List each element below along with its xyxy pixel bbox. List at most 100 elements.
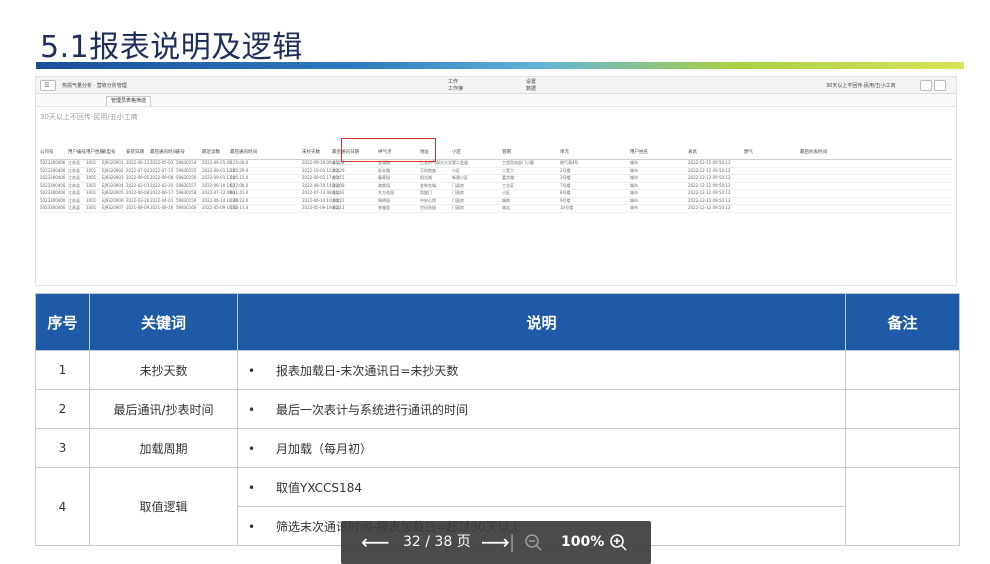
grid-cell: 1001 (86, 182, 97, 188)
grid-cell: 燃气表4号 (560, 160, 579, 165)
grid-cell: 2022-12-12 09:50:12 (688, 182, 731, 188)
grid-cell: 1001 (86, 190, 97, 195)
grid-column-header[interactable]: 单元 (560, 149, 569, 155)
prev-button[interactable] (920, 80, 932, 91)
center-label-value[interactable]: 工作簿 (448, 85, 463, 92)
grid-cell: 二室六 (502, 167, 514, 173)
grid-cell: 城市 (630, 167, 638, 173)
zoom-level: 100% (561, 534, 605, 550)
grid-cell: 2022-12-12 09:50:12 (688, 167, 731, 173)
grid-cell: EJ9320901 (102, 160, 124, 165)
grid-cell: 江苏县 (68, 190, 80, 195)
grid-row: 5023300400 江苏县 1001 EJ9320901 2022-06-13 2022… (40, 160, 952, 168)
grid-cell: 世纪花园 (420, 205, 436, 210)
grid-cell: 城市 (630, 190, 638, 195)
tab-report[interactable]: 管理员表格筛选 (106, 96, 152, 106)
grid-column-header[interactable]: 最近读数 (202, 149, 220, 155)
grid-cell: 富华路 (502, 175, 514, 180)
bullet-text: 最后一次表计与系统进行通讯的时间 (276, 402, 469, 417)
bullet: • (248, 402, 256, 417)
grid-cell: 2022-06-17 (150, 190, 174, 195)
grid-column-header[interactable]: 公司号 (40, 149, 54, 155)
arrow-left-icon[interactable]: ⟵ (361, 521, 390, 564)
divider: | (509, 532, 516, 553)
grid-cell: 2022-12-12 09:50:12 (688, 190, 731, 195)
header-no: 序号 (35, 293, 90, 351)
grid-column-header[interactable]: 用户编号 (68, 149, 86, 155)
bullet-text: 取值YXCCS184 (276, 480, 362, 495)
grid-column-header[interactable]: 安装日期 (126, 149, 144, 155)
grid-cell: 59830154 (176, 160, 197, 165)
grid-row: 5023300400 江苏县 1001 EJ9320902 2022-07-04 2022… (40, 167, 952, 175)
grid-cell: 1001 (86, 205, 97, 210)
row-description: • 月加载（每月初） (237, 428, 846, 468)
grid-column-header[interactable]: 管网 (502, 149, 511, 155)
next-button[interactable] (934, 80, 946, 91)
zoom-out-icon[interactable] (524, 521, 542, 564)
table-row: 3 加载周期 • 月加载（每月初） (35, 428, 960, 468)
grid-cell: 苏北 (332, 205, 340, 210)
report-grid-body: 5023300400 江苏县 1001 EJ9320901 2022-06-13 2022… (40, 160, 952, 213)
grid-cell: 城市 (630, 175, 638, 180)
grid-cell: 江苏县 (68, 182, 80, 188)
grid-cell: 城市 (630, 197, 638, 203)
report-grid-header: 公司号 用户编号 用户性质 表型号 安装日期 最后通讯时间 表号 最近读数 最后通讯时间 未抄天数… (40, 137, 952, 160)
grid-row: 5023300400 江苏县 1001 EJ9320907 2021-08-09 2021… (40, 205, 952, 213)
grid-column-header[interactable]: 未抄天数 (302, 149, 320, 155)
grid-cell: 12 (230, 167, 236, 173)
grid-cell: 阳光城 (420, 175, 432, 180)
arrow-right-icon[interactable]: ⟶ (481, 521, 510, 564)
grid-cell: 小区 (502, 190, 510, 195)
grid-column-header[interactable]: 表号 (176, 149, 185, 155)
grid-column-header[interactable]: 最后通讯时间 (150, 149, 177, 155)
grid-cell: 10号楼 (560, 205, 574, 210)
page-indicator: 32 / 38 页 (403, 534, 471, 550)
grid-cell: 江苏县 (68, 205, 80, 210)
grid-cell: 5023300400 (40, 160, 66, 165)
menu-button[interactable]: ☰ (40, 80, 56, 91)
grid-cell: 2022-12-12 09:50:12 (688, 160, 731, 165)
row-keyword: 最后通讯/抄表时间 (89, 389, 238, 429)
grid-cell: 苏北 (332, 182, 340, 188)
grid-column-header[interactable]: 最后通讯时间 (230, 149, 257, 155)
grid-cell: 江苏县 (68, 197, 80, 203)
bullet: • (248, 363, 256, 378)
grid-column-header[interactable]: 用户姓名 (630, 149, 648, 155)
grid-row: 5023300400 江苏县 1001 EJ9320905 2022-06-08 2022… (40, 190, 952, 198)
zoom-in-icon[interactable] (609, 521, 627, 564)
grid-cell: 城南 (502, 197, 510, 203)
table-row: 1 未抄天数 • 报表加载日-末次通讯日=未抄天数 (35, 350, 960, 390)
table-row: 4 取值逻辑 • 取值YXCCS184 (35, 467, 960, 546)
grid-cell: 工程用电部门小屋 (502, 160, 534, 165)
share-label[interactable]: 数据 (526, 85, 536, 92)
pdf-pager: ⟵ 32 / 38 页 ⟶ | 100% (341, 521, 651, 564)
grid-cell: 1001 (86, 167, 97, 173)
grid-column-header[interactable]: 最后抄表时间 (800, 149, 827, 155)
row-keyword: 取值逻辑 (89, 467, 238, 546)
grid-cell: 2022-06-08 (126, 190, 150, 195)
grid-cell: 5023300400 (40, 175, 66, 180)
grid-cell: 2022-07-12 08:11:41.0 (202, 190, 249, 195)
grid-cell: 2022-05-09 19:02:11.0 (202, 205, 249, 210)
grid-cell: 2022-09-25 09:25:09.0 (202, 160, 249, 165)
grid-cell: 2022-04-01 (150, 197, 174, 203)
bullet-text: 月加载（每月初） (276, 441, 373, 456)
explanation-table: 序号 关键词 说明 备注 1 未抄天数 • 报表加载日-末次通讯日=未抄天数 2 … (35, 293, 960, 546)
report-tabs: 管理员表格筛选 (36, 94, 956, 107)
grid-cell: 苏北 (332, 175, 340, 180)
grid-cell: 城市 (630, 205, 638, 210)
grid-cell: 第二金道 (452, 160, 468, 165)
row-note (845, 467, 960, 546)
grid-cell: 锦绣园 (378, 197, 390, 203)
grid-cell: 5023300400 (40, 197, 66, 203)
grid-column-header[interactable]: 小区 (452, 149, 461, 155)
grid-cell: 门面房 (452, 205, 464, 210)
grid-column-header[interactable]: 燃气 (744, 149, 753, 155)
grid-column-header[interactable]: 表具 (688, 149, 697, 155)
grid-cell: EJ9320906 (102, 197, 124, 203)
grid-cell: 2021-08-20 (150, 205, 174, 210)
title-gradient-rule (36, 62, 964, 69)
grid-column-header[interactable]: 表型号 (102, 149, 116, 155)
grid-cell: 苏北 (332, 160, 340, 165)
grid-cell: 2022-07-04 (126, 167, 150, 173)
